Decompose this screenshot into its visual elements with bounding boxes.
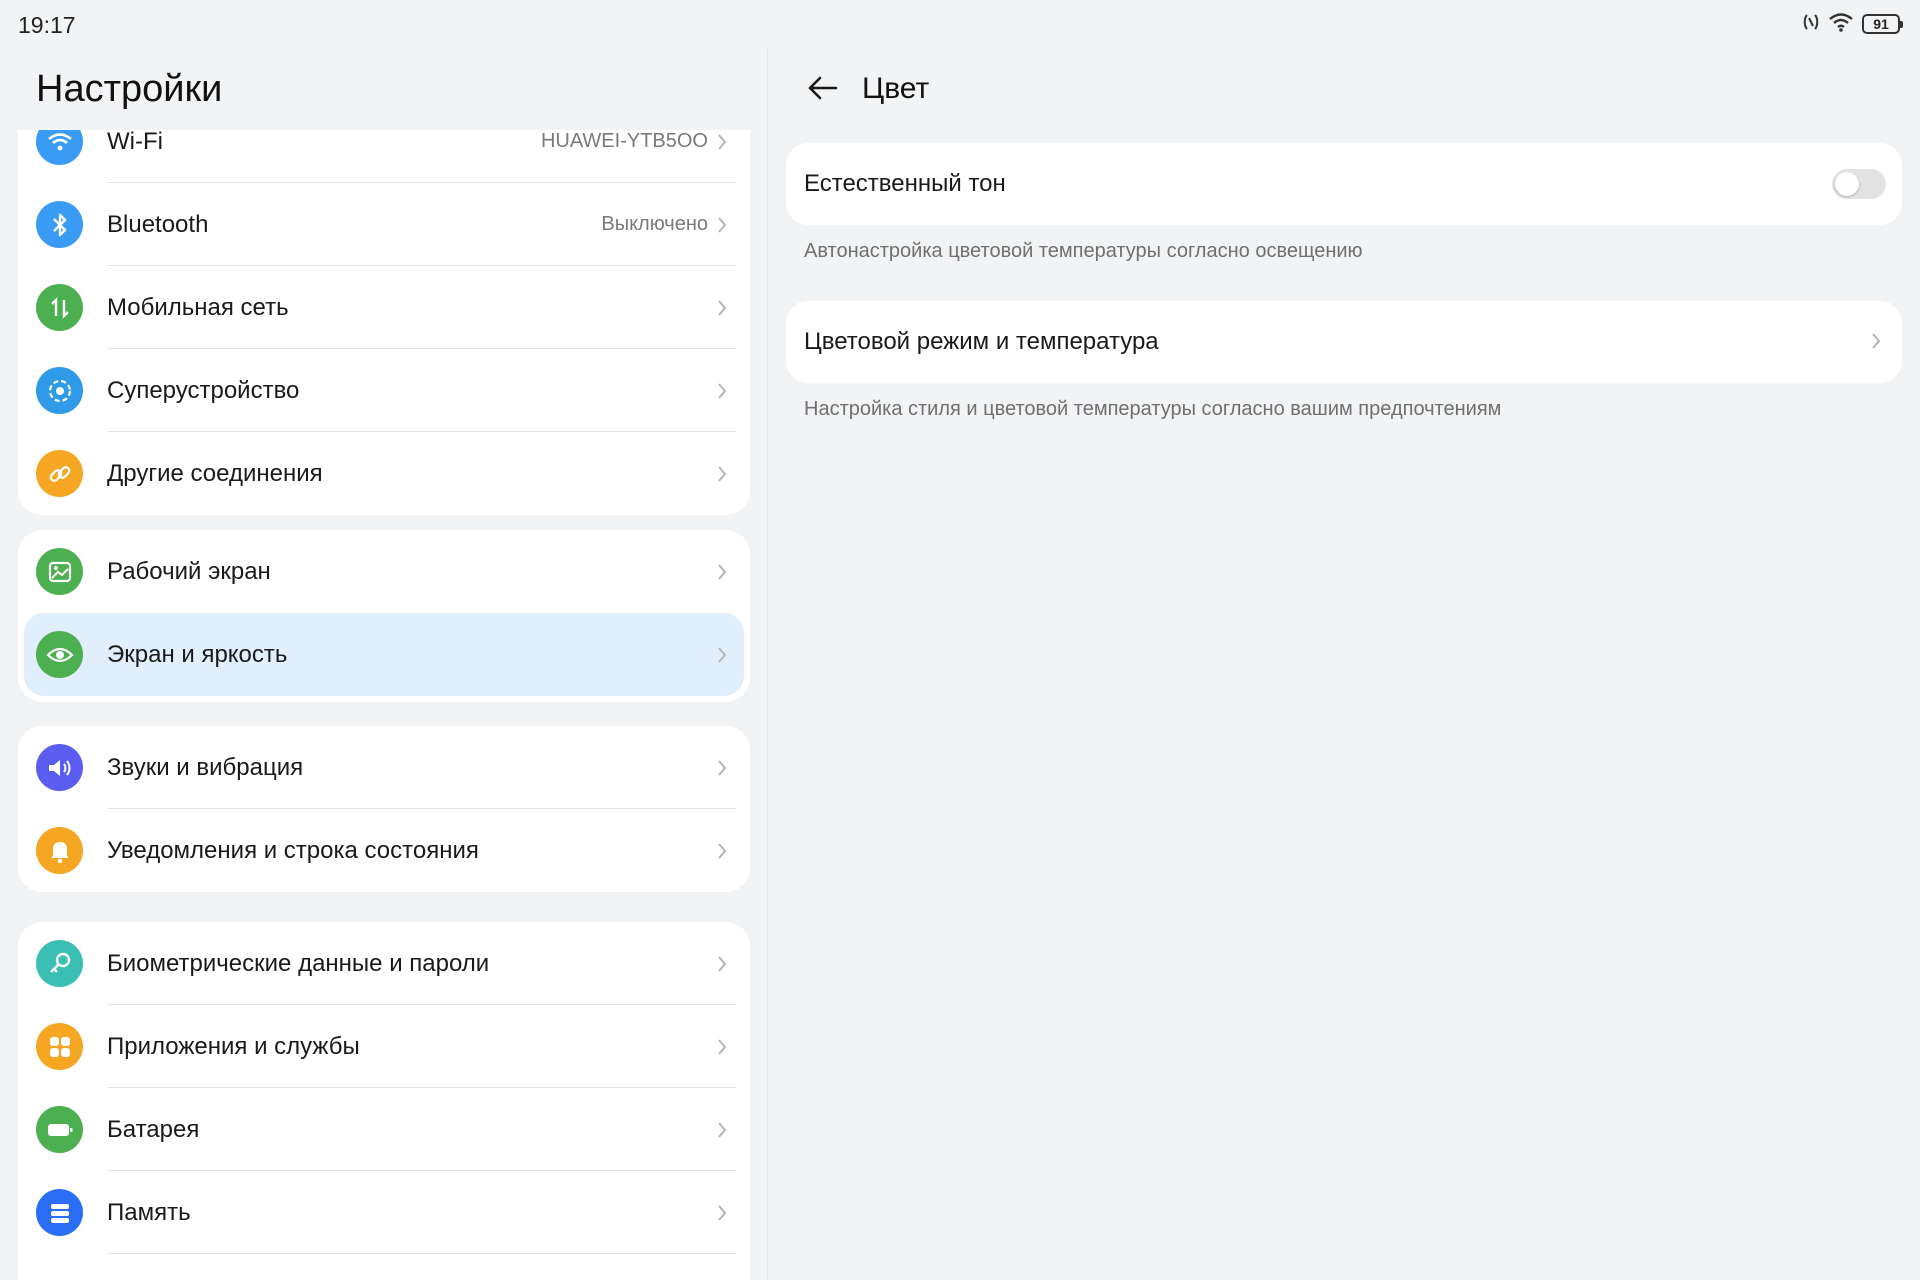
toggle-knob <box>1835 172 1859 196</box>
settings-group-system: Биометрические данные и пароли Приложени… <box>18 922 750 1280</box>
chevron-right-icon <box>712 381 732 401</box>
chevron-right-icon <box>712 1120 732 1140</box>
key-icon <box>36 940 83 987</box>
natural-tone-hint: Автонастройка цветовой температуры согла… <box>804 240 1363 262</box>
sidebar-item-label: Батарея <box>107 1115 200 1143</box>
link-icon <box>36 450 83 497</box>
sidebar-item-value: HUAWEI-YTB5OO <box>540 130 708 152</box>
sidebar-item-label: Звуки и вибрация <box>107 753 304 781</box>
settings-list-pane: Настройки Wi-Fi HUAWEI-YTB5OO Bluetooth … <box>0 48 767 1280</box>
chevron-right-icon <box>1866 331 1886 351</box>
chevron-right-icon <box>712 562 732 582</box>
chevron-right-icon <box>712 841 732 861</box>
color-mode-card[interactable]: Цветовой режим и температура <box>786 301 1902 383</box>
settings-group-connectivity: Wi-Fi HUAWEI-YTB5OO Bluetooth Выключено … <box>18 130 750 515</box>
battery-icon: 91 <box>1862 14 1903 34</box>
natural-tone-card: Естественный тон <box>786 143 1902 225</box>
sidebar-item-super-device[interactable]: Суперустройство <box>18 349 750 432</box>
sidebar-item-label: Суперустройство <box>107 376 300 404</box>
nfc-icon <box>1802 12 1820 37</box>
chevron-right-icon <box>712 1037 732 1057</box>
eye-icon <box>36 631 83 678</box>
natural-tone-label: Естественный тон <box>804 170 1006 197</box>
sidebar-item-label: Приложения и службы <box>107 1032 360 1060</box>
page-title: Настройки <box>36 68 223 110</box>
wifi-icon <box>1828 12 1854 37</box>
settings-scroll[interactable]: Wi-Fi HUAWEI-YTB5OO Bluetooth Выключено … <box>0 130 767 1280</box>
sidebar-item-value: Выключено <box>601 213 708 235</box>
storage-icon <box>36 1189 83 1236</box>
chevron-right-icon <box>712 1203 732 1223</box>
sidebar-item-home-screen[interactable]: Рабочий экран <box>18 530 750 613</box>
color-settings-pane: Цвет Естественный тон Автонастройка цвет… <box>768 48 1920 1280</box>
sidebar-item-label: Биометрические данные и пароли <box>107 949 490 977</box>
status-time: 19:17 <box>18 12 76 38</box>
divider <box>107 1253 736 1254</box>
natural-tone-toggle[interactable] <box>1832 169 1886 199</box>
sidebar-item-label: Рабочий экран <box>107 557 271 585</box>
bluetooth-icon <box>36 201 83 248</box>
sidebar-item-sounds[interactable]: Звуки и вибрация <box>18 726 750 809</box>
status-icons: 91 <box>1802 12 1903 37</box>
color-mode-label: Цветовой режим и температура <box>804 328 1159 355</box>
super-device-icon <box>36 367 83 414</box>
sidebar-item-battery[interactable]: Батарея <box>18 1088 750 1171</box>
battery-icon <box>36 1106 83 1153</box>
page-subtitle: Цвет <box>862 72 930 105</box>
chevron-right-icon <box>712 758 732 778</box>
mobile-data-icon <box>36 284 83 331</box>
sidebar-item-label: Wi-Fi <box>107 130 163 155</box>
sidebar-item-apps[interactable]: Приложения и службы <box>18 1005 750 1088</box>
back-button[interactable] <box>802 68 842 108</box>
sidebar-item-storage[interactable]: Память <box>18 1171 750 1254</box>
chevron-right-icon <box>712 298 732 318</box>
wifi-icon <box>36 130 83 165</box>
sidebar-item-label: Мобильная сеть <box>107 293 289 321</box>
status-bar: 19:17 91 <box>0 0 1920 48</box>
sidebar-item-mobile-network[interactable]: Мобильная сеть <box>18 266 750 349</box>
sidebar-item-other-connections[interactable]: Другие соединения <box>18 432 750 515</box>
sidebar-item-wifi[interactable]: Wi-Fi HUAWEI-YTB5OO <box>18 130 750 183</box>
sidebar-item-label: Bluetooth <box>107 210 209 238</box>
battery-level: 91 <box>1873 16 1889 32</box>
sidebar-item-biometrics[interactable]: Биометрические данные и пароли <box>18 922 750 1005</box>
bell-icon <box>36 827 83 874</box>
chevron-right-icon <box>712 954 732 974</box>
arrow-left-icon <box>808 76 838 100</box>
sidebar-item-bluetooth[interactable]: Bluetooth Выключено <box>18 183 750 266</box>
color-mode-hint: Настройка стиля и цветовой температуры с… <box>804 398 1502 420</box>
settings-group-display: Рабочий экран Экран и яркость <box>18 530 750 702</box>
sidebar-item-label: Экран и яркость <box>107 640 288 668</box>
settings-group-sound: Звуки и вибрация Уведомления и строка со… <box>18 726 750 892</box>
sidebar-item-label: Уведомления и строка состояния <box>107 836 479 864</box>
sidebar-item-label: Другие соединения <box>107 459 323 487</box>
chevron-right-icon <box>712 645 732 665</box>
chevron-right-icon <box>712 132 732 152</box>
sidebar-item-label: Память <box>107 1198 191 1226</box>
sidebar-item-notifications[interactable]: Уведомления и строка состояния <box>18 809 750 892</box>
chevron-right-icon <box>712 215 732 235</box>
chevron-right-icon <box>712 464 732 484</box>
speaker-icon <box>36 744 83 791</box>
apps-icon <box>36 1023 83 1070</box>
sidebar-item-display-brightness[interactable]: Экран и яркость <box>24 613 744 696</box>
wallpaper-icon <box>36 548 83 595</box>
